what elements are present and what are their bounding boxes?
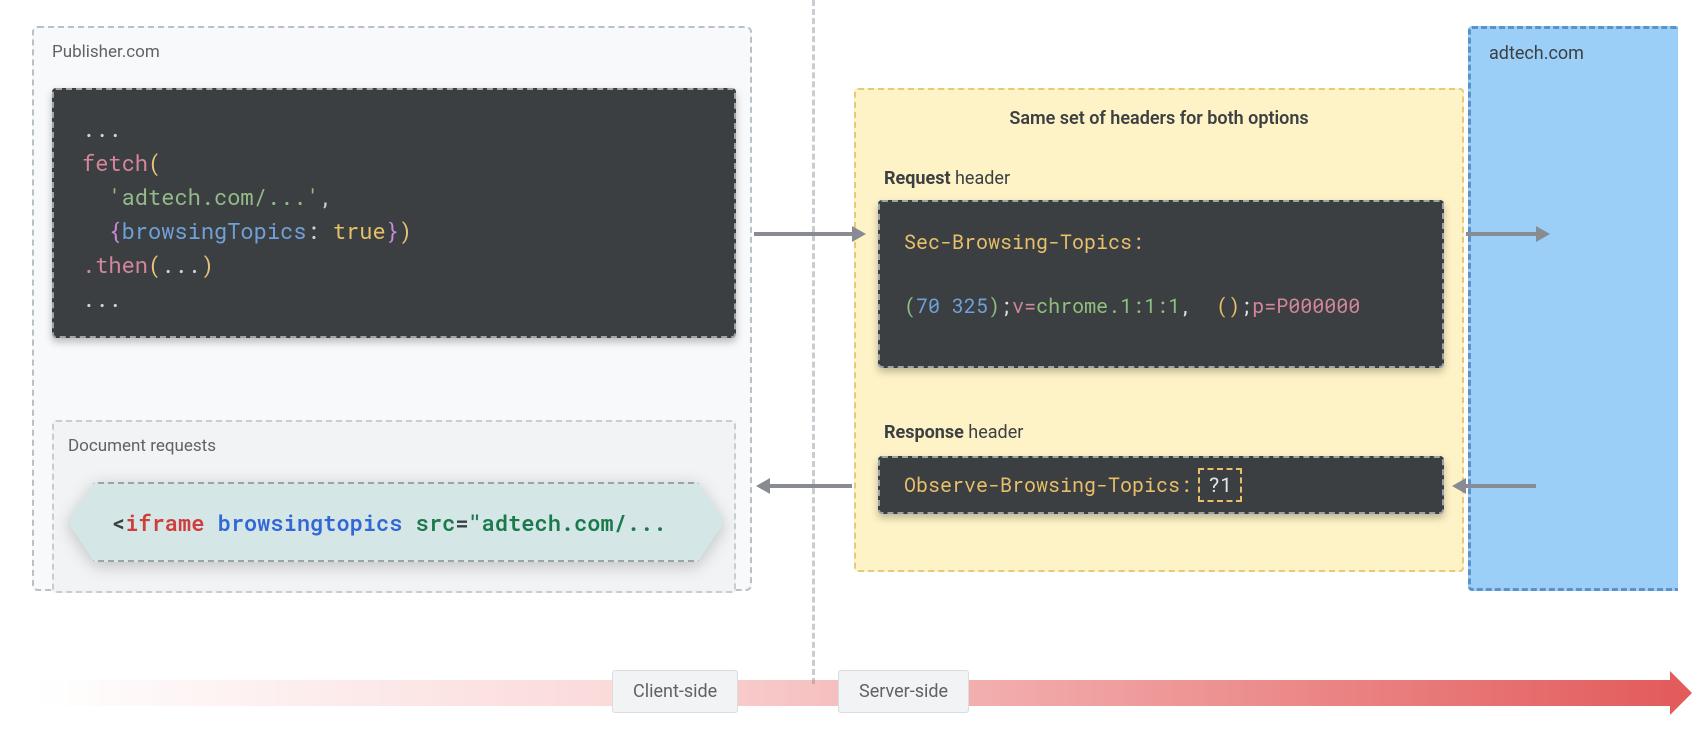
document-requests-label: Document requests [68,436,216,456]
publisher-label: Publisher.com [52,42,160,62]
code-url: 'adtech.com/...' [108,182,319,211]
arrow-headers-to-adtech [1466,232,1536,236]
headers-title: Same set of headers for both options [856,108,1462,129]
iframe-src-val: "adtech.com/... [468,508,666,537]
req-topic-2: 325 [952,293,988,319]
request-header-block: Sec-Browsing-Topics: (70 325);v=chrome.1… [878,200,1444,368]
iframe-attr: browsingtopics [218,508,403,537]
adtech-label: adtech.com [1471,29,1678,78]
code-dots: ... [82,114,122,143]
iframe-src-key: src [416,508,456,537]
client-side-chip: Client-side [612,670,738,713]
code-dots: ... [82,284,122,313]
request-header-label: Request header [884,168,1010,189]
iframe-tag: iframe [125,508,204,537]
response-header-block: Observe-Browsing-Topics: ?1 [878,456,1444,514]
req-version: chrome.1:1:1 [1036,293,1180,319]
fetch-code-block: ... fetch( 'adtech.com/...', {browsingTo… [52,88,736,338]
arrow-headers-to-doc [770,484,852,488]
iframe-code-block: <iframe browsingtopics src="adtech.com/.… [68,482,724,562]
req-topic-1: 70 [916,293,940,319]
response-header-label: Response header [884,422,1023,443]
req-padding: P000000 [1276,293,1360,319]
client-server-divider [812,0,815,684]
res-header-value: ?1 [1198,468,1242,502]
adtech-panel: adtech.com [1468,26,1678,591]
res-header-name: Observe-Browsing-Topics: [904,472,1192,498]
publisher-panel: Publisher.com ... fetch( 'adtech.com/...… [32,26,752,591]
arrow-adtech-to-headers [1466,484,1536,488]
code-opt-key: browsingTopics [122,216,307,245]
code-then: .then [82,250,148,279]
code-opt-val: true [333,216,386,245]
server-side-chip: Server-side [838,670,969,713]
req-header-name: Sec-Browsing-Topics: [904,229,1144,255]
arrow-publisher-to-headers [754,232,852,236]
document-requests-panel: Document requests <iframe browsingtopics… [52,420,736,593]
code-fetch: fetch [82,148,148,177]
headers-panel: Same set of headers for both options Req… [854,88,1464,572]
